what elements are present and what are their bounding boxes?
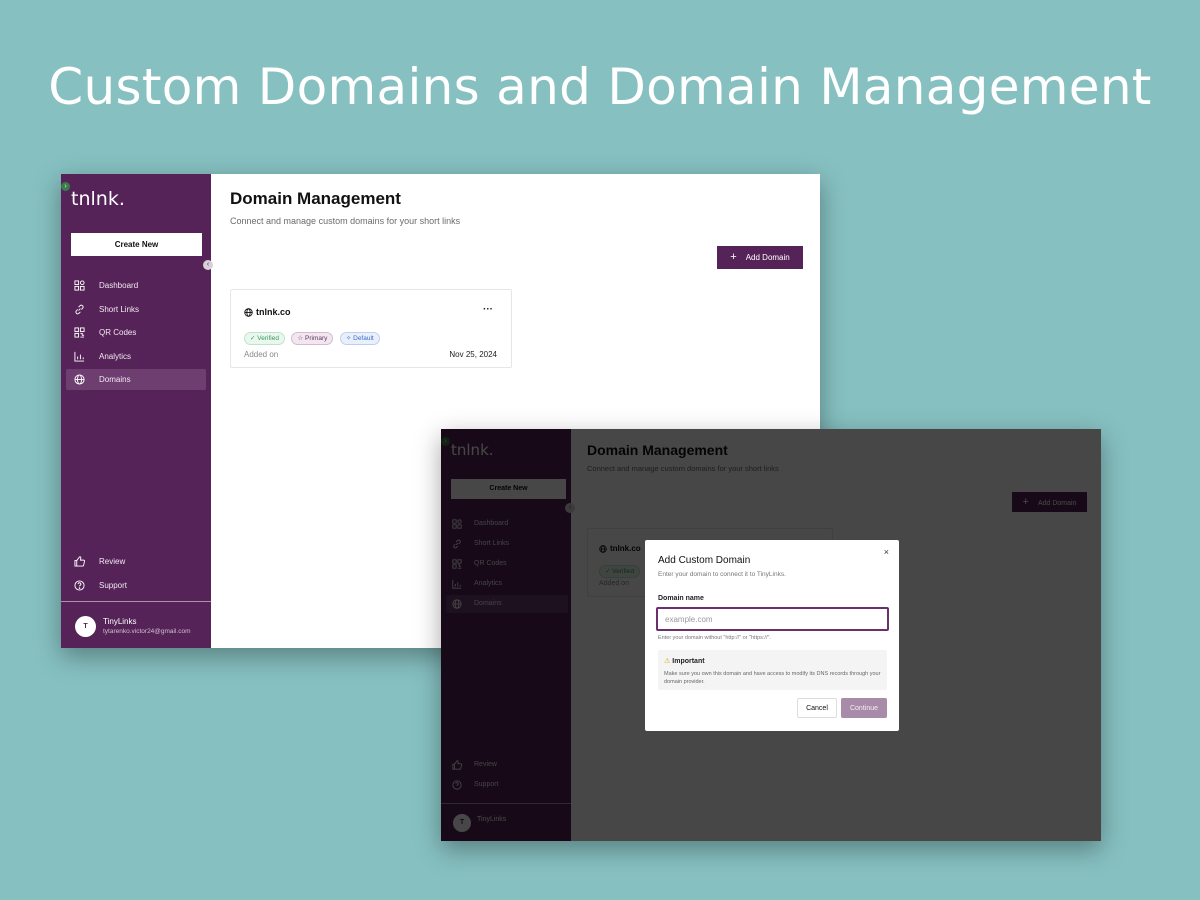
sidebar-item-label: Domains [99, 375, 131, 384]
create-new-button[interactable]: Create New [71, 233, 202, 256]
sidebar-item-dashboard[interactable]: Dashboard [66, 275, 206, 296]
add-domain-label: Add Domain [745, 253, 790, 262]
sidebar: › tnlnk. Create New ‹ Dashboard Short Li… [61, 174, 213, 648]
link-icon [75, 304, 84, 314]
added-on-label: Added on [244, 350, 279, 359]
modal-subtitle: Enter your domain to connect it to TinyL… [658, 571, 786, 578]
sidebar-item-support[interactable]: Support [66, 575, 206, 596]
notice-title: ⚠ Important [664, 657, 705, 665]
sidebar-item-qr-codes[interactable]: QR Codes [66, 322, 206, 343]
plus-icon: + [730, 251, 737, 263]
sidebar-nav: Dashboard Short Links QR Codes Analytics… [66, 275, 206, 393]
app-window-modal: › tnlnk. Create New ‹ Dashboard Short Li… [441, 429, 1101, 841]
sidebar-item-label: QR Codes [99, 328, 137, 337]
hero-title: Custom Domains and Domain Management [48, 58, 1152, 116]
sidebar-item-label: Support [99, 580, 128, 590]
sidebar-item-analytics[interactable]: Analytics [66, 346, 206, 367]
user-email: tytarenko.victor24@gmail.com [103, 628, 191, 635]
add-domain-button[interactable]: + Add Domain [717, 246, 803, 269]
domain-name-text: tnlnk.co [256, 307, 291, 317]
expand-icon[interactable]: › [61, 182, 70, 191]
logo: tnlnk. [71, 188, 125, 210]
sidebar-item-review[interactable]: Review [66, 551, 206, 572]
sidebar-item-short-links[interactable]: Short Links [66, 299, 206, 320]
qr-icon [74, 327, 85, 338]
notice-text: Make sure you own this domain and have a… [664, 671, 881, 685]
added-on-date: Nov 25, 2024 [449, 350, 497, 359]
sidebar-item-label: Analytics [99, 351, 132, 361]
help-icon [74, 579, 85, 591]
sidebar-item-label: Review [99, 557, 126, 566]
globe-icon [244, 308, 253, 317]
important-notice: ⚠ Important Make sure you own this domain… [658, 650, 887, 690]
verified-badge: ✓ Verified [244, 332, 285, 345]
globe-icon [74, 374, 85, 385]
user-profile[interactable]: T TinyLinks tytarenko.victor24@gmail.com [61, 601, 211, 648]
domain-name: tnlnk.co [244, 307, 291, 317]
notice-title-text: Important [672, 658, 705, 665]
avatar: T [75, 616, 96, 637]
continue-button[interactable]: Continue [841, 698, 887, 718]
add-domain-modal: × Add Custom Domain Enter your domain to… [645, 540, 899, 731]
page-subtitle: Connect and manage custom domains for yo… [230, 216, 461, 226]
dashboard-icon [74, 280, 85, 291]
warning-icon: ⚠ [664, 658, 671, 665]
domain-card: tnlnk.co ··· ✓ Verified ☆ Primary ✧ Defa… [230, 289, 512, 368]
sidebar-item-domains[interactable]: Domains [66, 369, 206, 390]
sidebar-item-label: Dashboard [99, 281, 139, 290]
page-title: Domain Management [230, 189, 401, 208]
chart-icon [74, 351, 85, 362]
status-badges: ✓ Verified ☆ Primary ✧ Default [244, 327, 382, 345]
domain-name-input[interactable] [656, 607, 889, 631]
user-name: TinyLinks [103, 617, 137, 626]
domain-name-label: Domain name [658, 595, 704, 602]
sidebar-bottom-nav: Review Support [66, 551, 206, 598]
thumbs-up-icon [74, 556, 85, 567]
domain-name-hint: Enter your domain without "http://" or "… [658, 635, 771, 641]
primary-badge: ☆ Primary [291, 332, 334, 345]
modal-title: Add Custom Domain [658, 555, 751, 566]
close-icon[interactable]: × [884, 547, 889, 557]
default-badge: ✧ Default [339, 332, 380, 345]
cancel-button[interactable]: Cancel [797, 698, 837, 718]
sidebar-item-label: Short Links [99, 304, 140, 314]
more-options-icon[interactable]: ··· [483, 304, 493, 315]
